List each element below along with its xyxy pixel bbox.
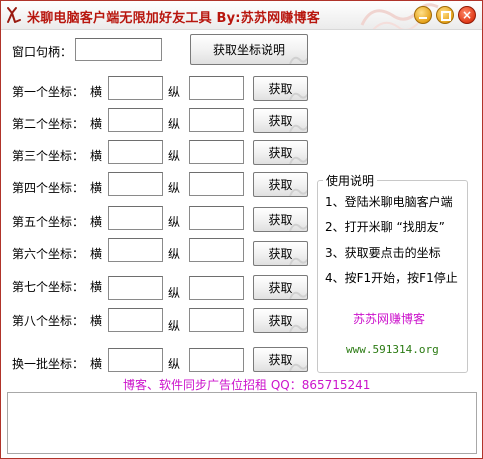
coord-label: 第一个坐标：: [12, 85, 85, 99]
get-coord-button-2[interactable]: 获取: [253, 108, 308, 133]
get-button-label: 获取: [268, 281, 293, 295]
instruction-step-3: 3、获取要点击的坐标: [325, 246, 441, 260]
log-textarea[interactable]: [7, 392, 477, 454]
blog-url-link[interactable]: www.591314.org: [346, 343, 439, 356]
x-label: 横: [90, 280, 103, 294]
coord-label: 第八个坐标：: [12, 314, 85, 328]
x-label: 横: [90, 357, 103, 371]
get-button-label: 获取: [268, 213, 293, 227]
y-input[interactable]: [189, 140, 244, 164]
handle-label: 窗口句柄：: [12, 45, 73, 59]
y-input[interactable]: [189, 172, 244, 196]
y-input[interactable]: [189, 76, 244, 100]
window-title: 米聊电脑客户端无限加好友工具 By:苏苏网赚博客: [27, 11, 320, 26]
x-label: 横: [90, 117, 103, 131]
x-label: 横: [90, 215, 103, 229]
instruction-step-2: 2、打开米聊 “找朋友”: [325, 220, 445, 234]
x-input[interactable]: [108, 172, 163, 196]
x-input[interactable]: [108, 108, 163, 132]
y-label: 纵: [168, 85, 181, 99]
y-input[interactable]: [189, 308, 244, 332]
get-button-label: 获取: [268, 314, 293, 328]
coord-label: 第七个坐标：: [12, 280, 85, 294]
coord-help-button[interactable]: 获取坐标说明: [190, 34, 308, 65]
coord-label: 第二个坐标：: [12, 117, 85, 131]
y-input[interactable]: [189, 276, 244, 300]
get-coord-button-6[interactable]: 获取: [253, 241, 308, 266]
x-input[interactable]: [108, 76, 163, 100]
get-coord-button-8[interactable]: 获取: [253, 308, 308, 333]
y-label: 纵: [168, 286, 181, 300]
get-button-label: 获取: [268, 114, 293, 128]
y-label: 纵: [168, 357, 181, 371]
coord-label: 第三个坐标：: [12, 149, 85, 163]
get-button-label: 获取: [268, 146, 293, 160]
x-input[interactable]: [108, 206, 163, 230]
y-input[interactable]: [189, 108, 244, 132]
get-coord-button-5[interactable]: 获取: [253, 207, 308, 232]
close-icon: ×: [461, 8, 473, 22]
coord-label: 换一批坐标：: [12, 357, 85, 371]
get-button-label: 获取: [268, 82, 293, 96]
y-label: 纵: [168, 181, 181, 195]
instructions-title: 使用说明: [323, 172, 378, 189]
blog-name-link[interactable]: 苏苏网赚博客: [353, 310, 425, 327]
x-input[interactable]: [108, 348, 163, 372]
y-input[interactable]: [189, 238, 244, 262]
coord-label: 第五个坐标：: [12, 215, 85, 229]
coord-label: 第四个坐标：: [12, 181, 85, 195]
maximize-button[interactable]: [436, 6, 454, 24]
app-window: 米聊电脑客户端无限加好友工具 By:苏苏网赚博客 × 窗口句柄： 获取坐标说明 …: [0, 0, 483, 459]
get-button-label: 获取: [268, 178, 293, 192]
get-button-label: 获取: [268, 247, 293, 261]
x-label: 横: [90, 181, 103, 195]
x-input[interactable]: [108, 238, 163, 262]
minimize-button[interactable]: [414, 6, 432, 24]
x-label: 横: [90, 314, 103, 328]
x-label: 横: [90, 247, 103, 261]
get-coord-button-4[interactable]: 获取: [253, 172, 308, 197]
y-label: 纵: [168, 247, 181, 261]
y-label: 纵: [168, 149, 181, 163]
get-coord-button-7[interactable]: 获取: [253, 275, 308, 300]
get-coord-button-batch[interactable]: 获取: [253, 347, 308, 372]
button-swirl-icon: [289, 56, 307, 64]
y-label: 纵: [168, 215, 181, 229]
x-input[interactable]: [108, 276, 163, 300]
x-label: 横: [90, 149, 103, 163]
title-bar[interactable]: 米聊电脑客户端无限加好友工具 By:苏苏网赚博客 ×: [1, 1, 482, 30]
x-input[interactable]: [108, 308, 163, 332]
maximize-icon: [441, 11, 451, 21]
ad-banner-text[interactable]: 博客、软件同步广告位招租 QQ：865715241: [123, 376, 370, 393]
close-button[interactable]: ×: [458, 6, 476, 24]
y-input[interactable]: [189, 206, 244, 230]
instruction-step-1: 1、登陆米聊电脑客户端: [325, 195, 453, 209]
coord-help-button-label: 获取坐标说明: [212, 43, 285, 57]
coord-label: 第六个坐标：: [12, 247, 85, 261]
get-button-label: 获取: [268, 353, 293, 367]
get-coord-button-1[interactable]: 获取: [253, 76, 308, 101]
x-input[interactable]: [108, 140, 163, 164]
x-label: 横: [90, 85, 103, 99]
handle-input[interactable]: [75, 38, 162, 61]
y-input[interactable]: [189, 348, 244, 372]
app-logo-icon: [7, 7, 21, 23]
instruction-step-4: 4、按F1开始，按F1停止: [325, 271, 458, 285]
get-coord-button-3[interactable]: 获取: [253, 140, 308, 165]
minimize-icon: [419, 17, 427, 19]
y-label: 纵: [168, 319, 181, 333]
y-label: 纵: [168, 117, 181, 131]
